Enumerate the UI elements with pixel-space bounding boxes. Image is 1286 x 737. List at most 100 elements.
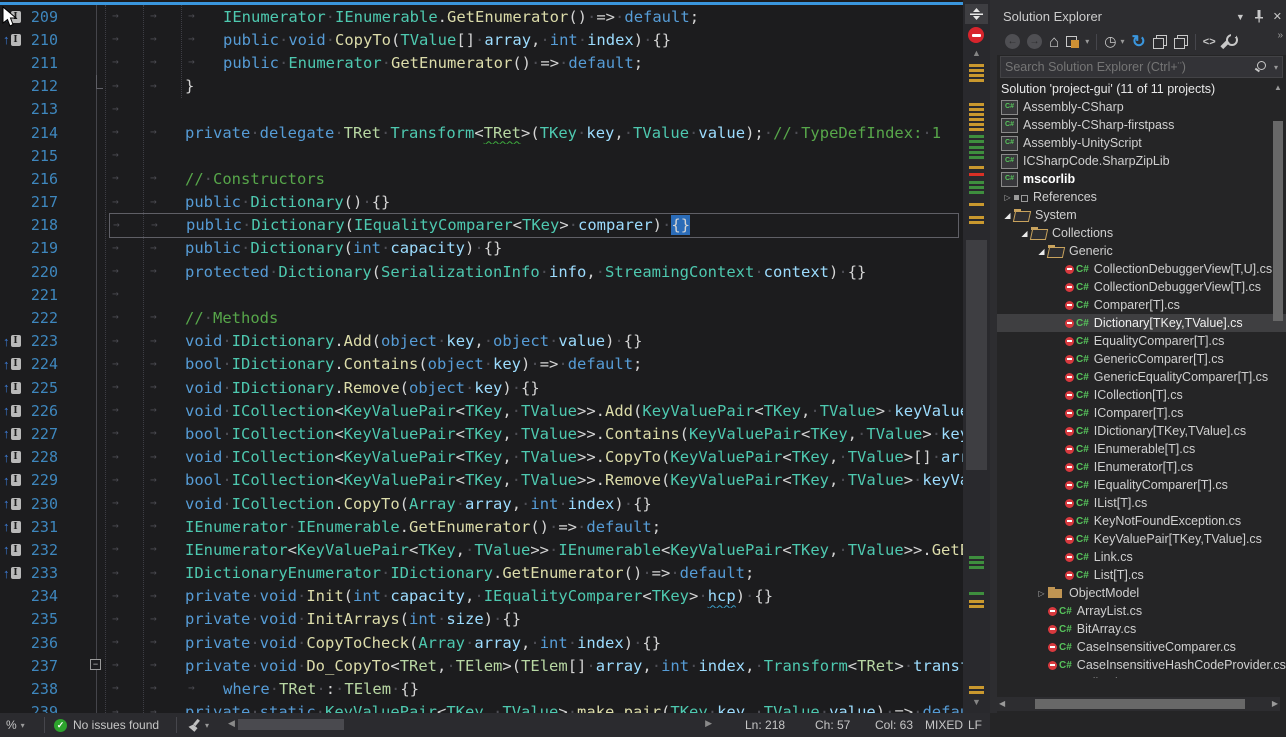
tree-item-assembly-csharp[interactable]: C#Assembly-CSharp	[997, 98, 1286, 116]
line-number[interactable]: 219	[28, 239, 62, 257]
code-line-210[interactable]: ↑I210→→→public·void·CopyTo(TValue[]·arra…	[0, 28, 963, 51]
tree-item-keyvaluepair-tkey-tvalue-cs[interactable]: C#KeyValuePair[TKey,TValue].cs	[997, 530, 1286, 548]
override-indicator-icon[interactable]: ↑I	[0, 567, 28, 580]
code-line-209[interactable]: ↑I209→→→IEnumerator·IEnumerable.GetEnume…	[0, 5, 963, 28]
override-indicator-icon[interactable]: ↑I	[0, 474, 28, 487]
line-number[interactable]: 223	[28, 332, 62, 350]
line-number[interactable]: 233	[28, 564, 62, 582]
override-indicator-icon[interactable]: ↑I	[0, 335, 28, 348]
outlining-margin[interactable]	[88, 608, 104, 631]
collapsed-chevron-icon[interactable]: ▷	[1001, 193, 1014, 202]
outlining-margin[interactable]	[88, 399, 104, 422]
close-icon[interactable]: ✕	[1273, 10, 1282, 23]
override-indicator-icon[interactable]: ↑I	[0, 381, 28, 394]
code-content[interactable]: →→public·Dictionary()·{}	[109, 191, 963, 214]
code-content[interactable]: →→IDictionaryEnumerator·IDictionary.GetE…	[109, 562, 963, 585]
outlining-margin[interactable]	[88, 446, 104, 469]
code-content[interactable]: →	[109, 98, 963, 121]
code-line-225[interactable]: ↑I225→→void·IDictionary.Remove(object·ke…	[0, 376, 963, 399]
code-line-211[interactable]: 211→→→public·Enumerator·GetEnumerator()·…	[0, 51, 963, 74]
code-line-223[interactable]: ↑I223→→void·IDictionary.Add(object·key,·…	[0, 330, 963, 353]
code-content[interactable]: →→void·ICollection<KeyValuePair<TKey,·TV…	[109, 446, 963, 469]
code-content[interactable]: →→protected·Dictionary(SerializationInfo…	[109, 260, 963, 283]
outlining-margin[interactable]	[88, 214, 104, 237]
override-indicator-icon[interactable]: ↑I	[0, 451, 28, 464]
line-number[interactable]: 228	[28, 448, 62, 466]
search-icon[interactable]	[1254, 61, 1266, 73]
code-cleanup-button[interactable]: ▾	[188, 713, 209, 737]
tree-item-icomparer-t-cs[interactable]: C#IComparer[T].cs	[997, 404, 1286, 422]
line-number[interactable]: 226	[28, 402, 62, 420]
line-number[interactable]: 232	[28, 541, 62, 559]
toolbar-overflow-button[interactable]: »	[1277, 30, 1283, 41]
line-number[interactable]: 222	[28, 309, 62, 327]
code-line-227[interactable]: ↑I227→→bool·ICollection<KeyValuePair<TKe…	[0, 422, 963, 445]
line-number[interactable]: 225	[28, 379, 62, 397]
tree-item-ilist-t-cs[interactable]: C#IList[T].cs	[997, 494, 1286, 512]
code-content[interactable]: →→bool·ICollection<KeyValuePair<TKey,·TV…	[109, 469, 963, 492]
line-number[interactable]: 221	[28, 286, 62, 304]
line-number[interactable]: 217	[28, 193, 62, 211]
solution-explorer-titlebar[interactable]: Solution Explorer ▼ ✕	[997, 5, 1286, 28]
preview-selected-items-button[interactable]	[1174, 32, 1188, 52]
editor-horizontal-scrollbar[interactable]: ◀ ▶	[228, 717, 712, 732]
code-content[interactable]: →	[109, 283, 963, 306]
outlining-margin[interactable]	[88, 330, 104, 353]
outlining-margin[interactable]	[88, 538, 104, 561]
outlining-margin[interactable]	[88, 469, 104, 492]
line-number[interactable]: 231	[28, 518, 62, 536]
properties-button[interactable]	[1223, 32, 1238, 52]
collapsed-chevron-icon[interactable]: ▷	[1035, 589, 1048, 598]
code-line-234[interactable]: 234 →→private·void·Init(int·capacity,·IEq…	[0, 585, 963, 608]
tree-item-solution-project-gui-11-of-11-projects-[interactable]: Solution 'project-gui' (11 of 11 project…	[997, 80, 1286, 98]
code-content[interactable]: →→private·void·InitArrays(int·size)·{}	[109, 608, 963, 631]
code-line-214[interactable]: 214→→private·delegate·TRet·Transform<TRe…	[0, 121, 963, 144]
outlining-margin[interactable]	[88, 28, 104, 51]
tree-item-collectionbase-cs[interactable]: C#CollectionBase.cs	[997, 674, 1286, 678]
code-content[interactable]: →→private·void·Init(int·capacity,·IEqual…	[109, 585, 963, 608]
line-number[interactable]: 234	[28, 587, 62, 605]
scroll-left-icon[interactable]: ◀	[228, 718, 235, 729]
tree-item-iequalitycomparer-t-cs[interactable]: C#IEqualityComparer[T].cs	[997, 476, 1286, 494]
scroll-left-icon[interactable]: ◀	[999, 699, 1005, 708]
tree-item-genericcomparer-t-cs[interactable]: C#GenericComparer[T].cs	[997, 350, 1286, 368]
line-number[interactable]: 213	[28, 100, 62, 118]
line-number[interactable]: 212	[28, 77, 62, 95]
line-number[interactable]: 210	[28, 31, 62, 49]
override-indicator-icon[interactable]: ↑I	[0, 404, 28, 417]
editor-hscroll-thumb[interactable]	[238, 719, 344, 730]
line-number[interactable]: 220	[28, 263, 62, 281]
tree-item-collections[interactable]: ◢Collections	[997, 224, 1286, 242]
outlining-margin[interactable]	[88, 701, 104, 713]
code-line-226[interactable]: ↑I226→→void·ICollection<KeyValuePair<TKe…	[0, 399, 963, 422]
tree-item-equalitycomparer-t-cs[interactable]: C#EqualityComparer[T].cs	[997, 332, 1286, 350]
editor-vscroll-thumb[interactable]	[966, 240, 987, 470]
code-content[interactable]: →→//·Constructors	[109, 167, 963, 190]
outlining-margin[interactable]	[88, 121, 104, 144]
line-number[interactable]: 224	[28, 355, 62, 373]
refresh-button[interactable]: ↻	[1132, 32, 1146, 52]
pending-changes-filter-button[interactable]: ◷ ▾	[1104, 32, 1124, 52]
tree-item-ienumerable-t-cs[interactable]: C#IEnumerable[T].cs	[997, 440, 1286, 458]
expanded-chevron-icon[interactable]: ◢	[1018, 229, 1031, 238]
code-content[interactable]: →→public·Dictionary(IEqualityComparer<TK…	[109, 213, 959, 238]
line-number[interactable]: 238	[28, 680, 62, 698]
code-line-228[interactable]: ↑I228 →→void·ICollection<KeyValuePair<TKe…	[0, 446, 963, 469]
outlining-margin[interactable]	[88, 515, 104, 538]
line-number[interactable]: 237	[28, 657, 62, 675]
tree-item-dictionary-tkey-tvalue-cs[interactable]: C#Dictionary[TKey,TValue].cs	[997, 314, 1286, 332]
code-line-231[interactable]: ↑I231→→IEnumerator·IEnumerable.GetEnumer…	[0, 515, 963, 538]
tree-item-generic[interactable]: ◢Generic	[997, 242, 1286, 260]
line-number[interactable]: 209	[28, 8, 62, 26]
code-line-221[interactable]: 221 →	[0, 283, 963, 306]
tree-vertical-scrollbar[interactable]: ▲	[1271, 83, 1285, 603]
outlining-margin[interactable]	[88, 492, 104, 515]
line-number[interactable]: 229	[28, 471, 62, 489]
code-line-237[interactable]: 237−→→private·void·Do_CopyTo<TRet,·TElem…	[0, 654, 963, 677]
switch-views-button[interactable]: ▾	[1066, 32, 1089, 52]
tree-item-references[interactable]: ▷References	[997, 188, 1286, 206]
outlining-margin[interactable]	[88, 5, 104, 28]
code-line-217[interactable]: 217 →→public·Dictionary()·{}	[0, 191, 963, 214]
code-line-238[interactable]: 238→→→where·TRet·:·TElem·{}	[0, 677, 963, 700]
line-number[interactable]: 211	[28, 54, 62, 72]
